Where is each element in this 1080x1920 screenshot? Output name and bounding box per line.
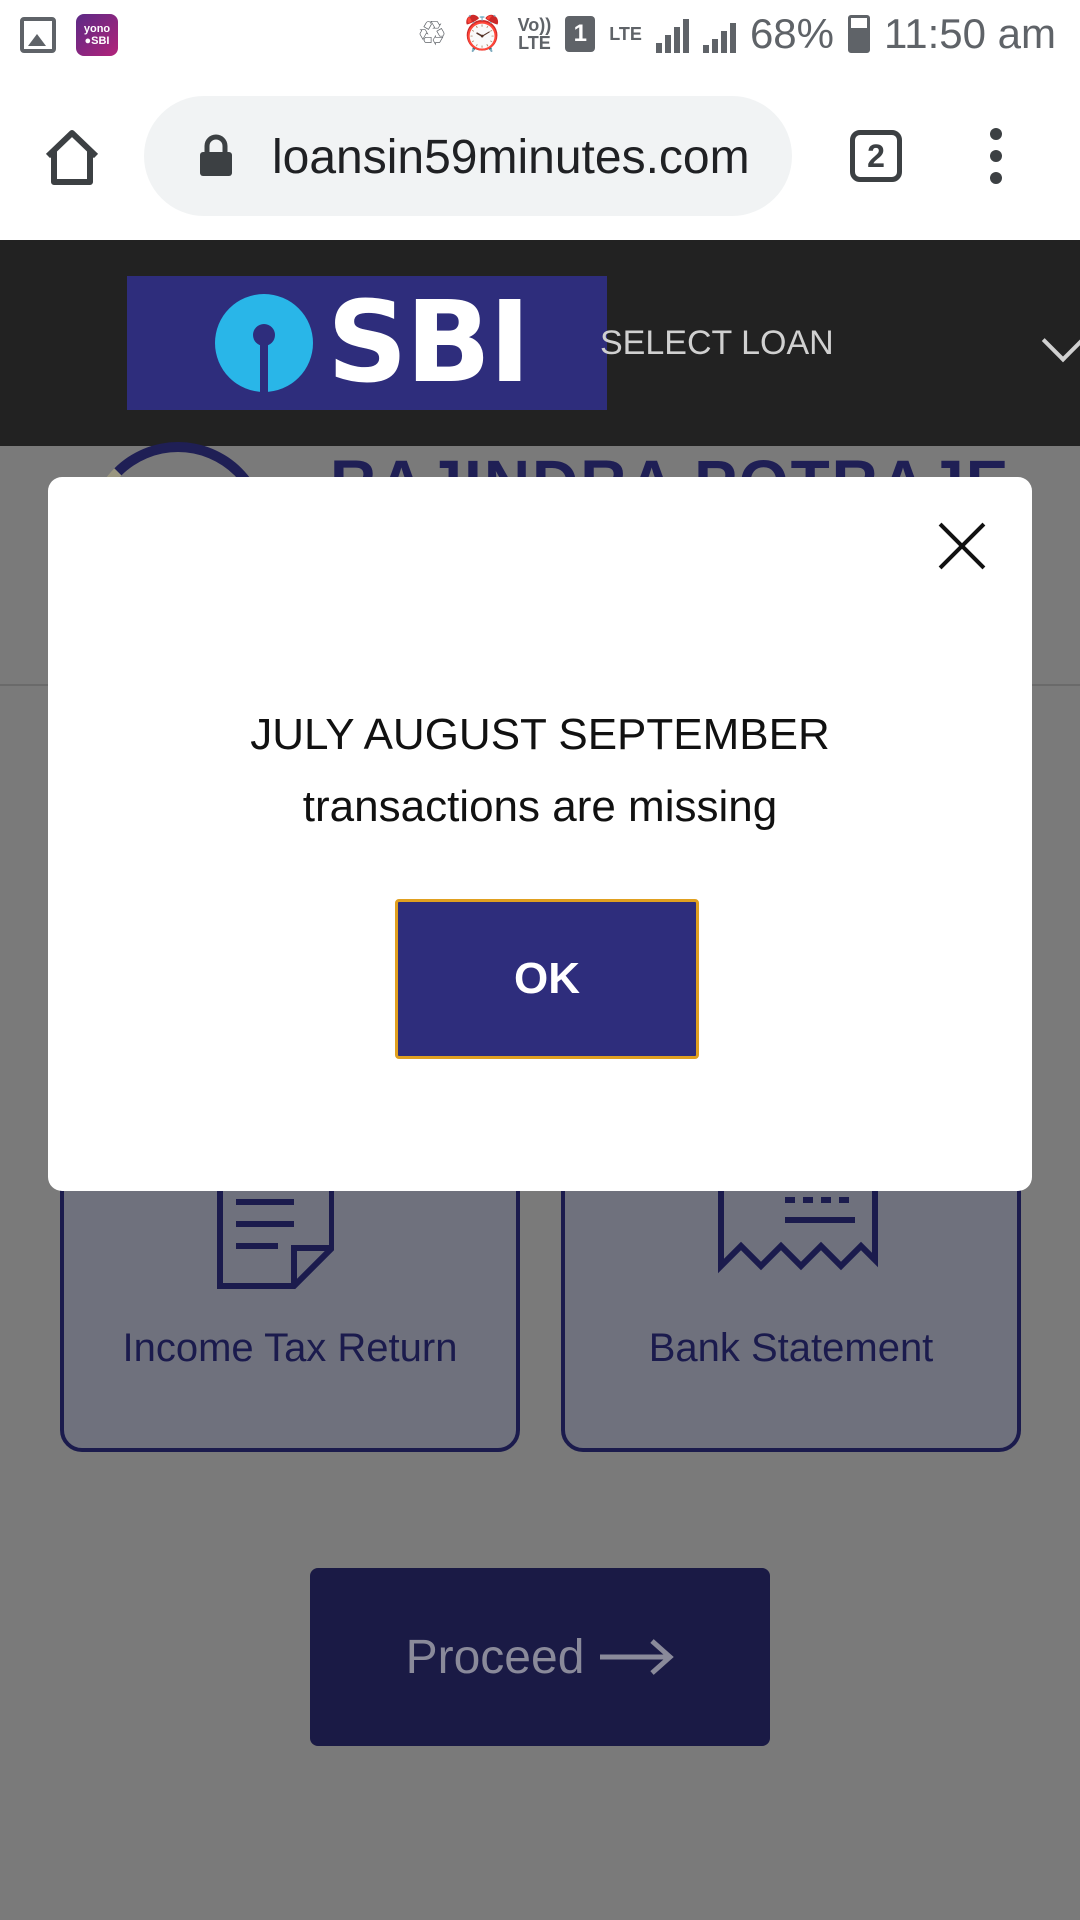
chevron-down-icon[interactable]: [1041, 319, 1080, 363]
signal-icon-1: [655, 15, 689, 53]
gallery-icon: [20, 17, 56, 53]
dialog-message: JULY AUGUST SEPTEMBER transactions are m…: [48, 699, 1032, 843]
signal-icon-2: [702, 15, 736, 53]
sbi-logo-mark-icon: [215, 294, 313, 392]
lte-icon: LTE: [609, 24, 642, 44]
recycle-icon: ♲: [416, 15, 448, 53]
sbi-logo-text: SBI: [327, 278, 531, 408]
dialog-message-line-1: JULY AUGUST SEPTEMBER: [250, 710, 830, 759]
proceed-button[interactable]: Proceed: [310, 1568, 770, 1746]
site-header: SBI SELECT LOAN: [0, 240, 1080, 446]
address-bar[interactable]: loansin59minutes.com: [144, 96, 792, 216]
bank-statement-card[interactable]: Bank Statement: [561, 1146, 1021, 1452]
yono-sbi-icon: yono ●SBI: [76, 14, 118, 56]
select-loan-menu[interactable]: SELECT LOAN: [600, 324, 834, 363]
sim-icon: 1: [565, 16, 596, 52]
alert-dialog: JULY AUGUST SEPTEMBER transactions are m…: [48, 477, 1032, 1191]
volte-icon: Vo)) LTE: [518, 16, 552, 52]
url-text[interactable]: loansin59minutes.com: [272, 130, 750, 185]
bank-statement-label: Bank Statement: [648, 1326, 934, 1370]
battery-percent: 68%: [749, 10, 834, 57]
browser-toolbar: loansin59minutes.com 2: [0, 76, 1080, 240]
volte-bottom: LTE: [518, 33, 551, 53]
alarm-icon: ⏰: [461, 15, 504, 53]
home-icon[interactable]: [42, 128, 102, 186]
clock: 11:50 am: [884, 10, 1056, 57]
dialog-message-line-2: transactions are missing: [302, 782, 778, 831]
volte-top: Vo)): [517, 15, 552, 35]
lock-icon: [200, 134, 232, 176]
battery-icon: [848, 15, 870, 53]
income-tax-return-label: Income Tax Return: [122, 1326, 458, 1370]
arrow-right-icon: [600, 1639, 675, 1675]
ok-button[interactable]: OK: [395, 899, 699, 1059]
tab-switcher-button[interactable]: 2: [850, 130, 902, 182]
yono-label: yono: [83, 23, 111, 35]
close-icon[interactable]: [936, 519, 988, 571]
income-tax-return-card[interactable]: Income Tax Return: [60, 1146, 520, 1452]
status-bar: yono ●SBI ♲ ⏰ Vo)) LTE 1 LTE 68% 11:50 a…: [0, 0, 1080, 76]
yono-sbi-label: ●SBI: [84, 35, 110, 47]
proceed-label: Proceed: [405, 1630, 585, 1684]
browser-menu-icon[interactable]: [986, 128, 1006, 184]
sbi-logo[interactable]: SBI: [127, 276, 607, 410]
